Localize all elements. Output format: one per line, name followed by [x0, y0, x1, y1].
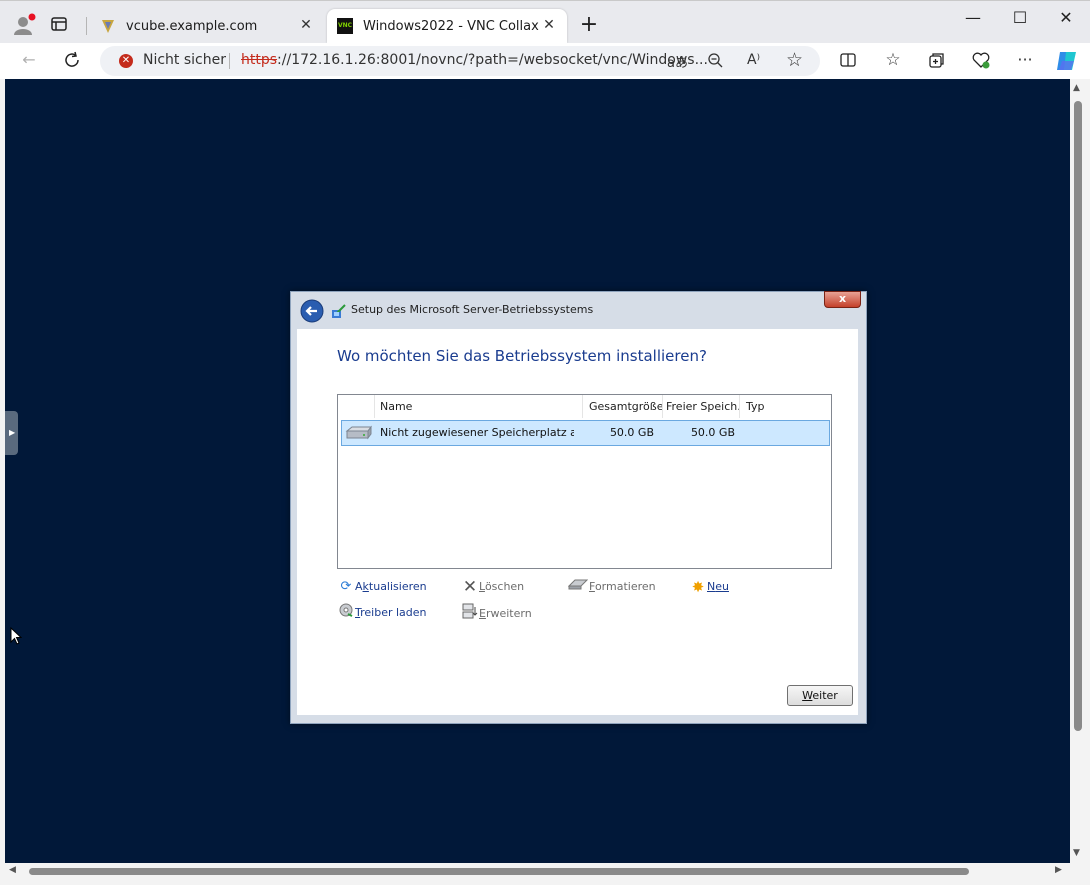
url-scheme: https: [241, 52, 278, 68]
refresh-icon[interactable]: [58, 46, 86, 74]
vnc-favicon-icon: VNC: [337, 18, 353, 34]
profile-icon[interactable]: [12, 13, 36, 37]
extend-label-rest: rweitern: [485, 607, 532, 620]
tab-divider: [86, 17, 87, 35]
scroll-up-icon[interactable]: ▲: [1073, 83, 1080, 93]
column-header-free[interactable]: Freier Speich...: [663, 395, 740, 418]
back-icon[interactable]: ←: [15, 46, 43, 74]
not-secure-icon[interactable]: ✕: [119, 54, 133, 68]
new-sparkle-icon: ✸: [691, 578, 705, 596]
extend-link[interactable]: Erweitern: [461, 603, 532, 621]
tab-actions-icon[interactable]: [50, 15, 70, 35]
minimize-button[interactable]: —: [950, 7, 996, 29]
setup-dialog: Setup des Microsoft Server-Betriebssyste…: [290, 291, 867, 724]
tab-vnc[interactable]: VNC Windows2022 - VNC Collax VM - ✕: [327, 9, 567, 43]
dialog-close-button[interactable]: x: [824, 291, 861, 308]
split-screen-icon[interactable]: [834, 46, 862, 74]
load-driver-link[interactable]: Treiber laden: [337, 603, 427, 621]
read-aloud-icon[interactable]: A⁾: [747, 52, 760, 68]
copilot-icon[interactable]: [1054, 48, 1080, 74]
tab-title: vcube.example.com: [126, 18, 258, 34]
new-label-rest: eu: [715, 580, 729, 593]
load-driver-label-rest: reiber laden: [360, 606, 427, 619]
dialog-title: Setup des Microsoft Server-Betriebssyste…: [351, 303, 594, 316]
refresh-label-rest: tualisieren: [368, 580, 427, 593]
novnc-control-bar-handle[interactable]: ▶: [5, 411, 18, 455]
back-arrow-icon[interactable]: [300, 299, 324, 323]
zoom-icon[interactable]: [707, 52, 723, 72]
dialog-content: Wo möchten Sie das Betriebssystem instal…: [297, 329, 858, 715]
row-name: Nicht zugewiesener Speicherplatz auf Lau…: [380, 426, 574, 439]
maximize-button[interactable]: ☐: [997, 7, 1043, 29]
disk-drive-icon: [344, 425, 374, 441]
omnibox-divider: [229, 53, 230, 69]
tab-strip: vcube.example.com ✕ VNC Windows2022 - VN…: [0, 0, 1090, 45]
row-total: 50.0 GB: [609, 426, 654, 439]
scroll-right-icon[interactable]: ▶: [1055, 865, 1062, 875]
refresh-label-a: A: [355, 580, 363, 593]
collections-icon[interactable]: [923, 46, 951, 74]
vcube-favicon-icon: [100, 18, 116, 34]
refresh-icon: ⟳: [340, 579, 352, 594]
driver-disc-icon: [337, 603, 355, 623]
next-label-rest: eiter: [812, 689, 838, 702]
extend-label-e: E: [479, 607, 486, 620]
url-rest: ://172.16.1.26:8001/novnc/?path=/websock…: [277, 52, 708, 68]
refresh-link[interactable]: ⟳ Aktualisieren: [337, 578, 427, 596]
next-button[interactable]: Weiter: [787, 685, 853, 706]
row-free: 50.0 GB: [690, 426, 735, 439]
new-link[interactable]: ✸ Neu: [689, 578, 729, 596]
scroll-left-icon[interactable]: ◀: [9, 865, 16, 875]
page-title: Wo möchten Sie das Betriebssystem instal…: [337, 347, 707, 365]
close-icon[interactable]: ✕: [298, 17, 314, 33]
setup-app-icon: [331, 303, 347, 319]
security-label[interactable]: Nicht sicher: [143, 52, 226, 68]
vertical-scrollbar[interactable]: ▲ ▼: [1070, 79, 1086, 863]
partition-list[interactable]: Name Gesamtgröße Freier Speich... Typ Ni…: [337, 394, 832, 569]
scroll-down-icon[interactable]: ▼: [1073, 848, 1080, 858]
new-label-n: N: [707, 580, 716, 593]
reader-mode-icon[interactable]: aあ: [667, 52, 688, 71]
format-link[interactable]: Formatieren: [567, 578, 656, 596]
column-header-type[interactable]: Typ: [740, 395, 834, 418]
address-bar[interactable]: ✕ Nicht sicher https://172.16.1.26:8001/…: [100, 46, 820, 76]
chevron-right-icon: ▶: [9, 428, 16, 437]
extend-disk-icon: [461, 603, 479, 625]
eraser-icon: [567, 578, 589, 596]
horizontal-scroll-thumb[interactable]: [29, 868, 969, 875]
delete-label-rest: öschen: [484, 580, 525, 593]
tab-title: Windows2022 - VNC Collax VM -: [363, 18, 543, 34]
column-header-icon[interactable]: [338, 395, 375, 418]
url-text[interactable]: https://172.16.1.26:8001/novnc/?path=/we…: [241, 52, 708, 68]
tab-vcube[interactable]: vcube.example.com ✕: [92, 9, 324, 43]
horizontal-scrollbar[interactable]: ◀ ▶: [5, 863, 1086, 879]
favorites-icon[interactable]: ☆: [879, 46, 907, 74]
toolbar: ← ✕ Nicht sicher https://172.16.1.26:800…: [0, 43, 1090, 79]
format-label-rest: ormatieren: [594, 580, 656, 593]
favorite-star-icon[interactable]: ☆: [786, 49, 803, 71]
new-tab-button[interactable]: +: [578, 13, 600, 37]
close-icon[interactable]: ✕: [541, 17, 557, 33]
row-type: [746, 421, 826, 445]
delete-x-icon: ✕: [462, 577, 478, 597]
vertical-scroll-thumb[interactable]: [1074, 101, 1082, 731]
mouse-cursor-icon: [10, 626, 23, 649]
more-options-icon[interactable]: ···: [1011, 46, 1039, 74]
column-header-total[interactable]: Gesamtgröße: [583, 395, 663, 418]
column-header-name[interactable]: Name: [375, 395, 583, 418]
window-close-button[interactable]: ✕: [1043, 7, 1089, 29]
delete-link[interactable]: ✕ Löschen: [461, 578, 524, 596]
next-label-w: W: [802, 689, 813, 702]
browser-essentials-icon[interactable]: [967, 46, 995, 74]
table-row[interactable]: Nicht zugewiesener Speicherplatz auf Lau…: [341, 420, 830, 446]
